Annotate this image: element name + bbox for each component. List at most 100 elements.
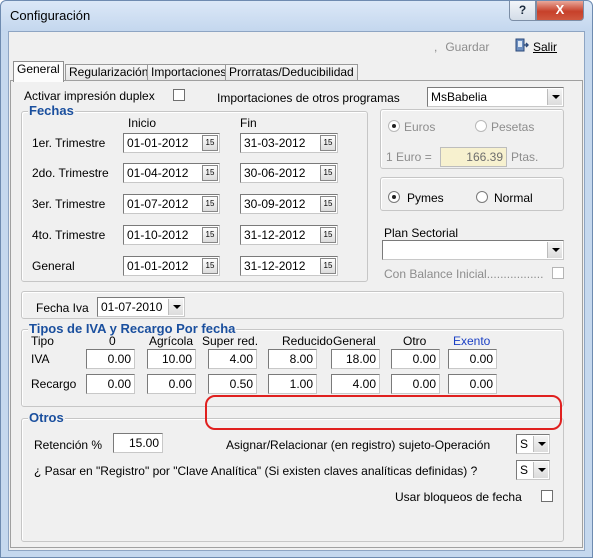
iva-rate-field[interactable]: 8.00 (268, 349, 317, 369)
close-button[interactable]: X (536, 1, 584, 21)
config-window: Configuración ? X , Guardar Salir Genera… (0, 0, 593, 558)
rate-label: 1 Euro = (386, 150, 432, 164)
fecha-start-field[interactable]: 01-10-2012 15 (123, 225, 220, 245)
tab-regularizacion[interactable]: Regularización (65, 64, 153, 81)
calendar-icon[interactable]: 15 (320, 196, 336, 212)
fechas-col-start: Inicio (128, 116, 157, 130)
fechas-row-label: 4to. Trimestre (32, 228, 106, 242)
iva-rate-field[interactable]: 1.00 (268, 374, 317, 394)
fechas-col-end: Fin (240, 116, 257, 130)
iva-rate-field[interactable]: 4.00 (208, 349, 257, 369)
iva-rate-field[interactable]: 0.00 (86, 374, 135, 394)
fecha-end-field[interactable]: 30-09-2012 15 (240, 194, 338, 214)
asignar-label: Asignar/Relacionar (en registro) sujeto-… (226, 438, 491, 452)
duplex-checkbox[interactable] (173, 89, 185, 101)
fecha-end-value: 31-12-2012 (244, 259, 306, 273)
bloqueos-checkbox[interactable] (541, 490, 553, 502)
calendar-icon[interactable]: 15 (320, 165, 336, 181)
iva-rate-field[interactable]: 10.00 (147, 349, 196, 369)
pymes-radio[interactable] (388, 191, 400, 203)
calendar-icon[interactable]: 15 (202, 227, 218, 243)
exit-icon (515, 38, 529, 57)
exit-button[interactable]: Salir (515, 38, 557, 56)
iva-header: 0 (109, 334, 116, 348)
asignar-select[interactable]: S (516, 434, 550, 454)
balance-checkbox[interactable] (552, 267, 564, 279)
pasar-label: ¿ Pasar en "Registro" por "Clave Analíti… (34, 464, 478, 478)
iva-rate-field[interactable]: 0.00 (86, 349, 135, 369)
iva-header: Tipo (31, 334, 54, 348)
iva-rate-field[interactable]: 0.00 (147, 374, 196, 394)
iva-row-label: Recargo (31, 377, 77, 391)
chevron-down-icon[interactable] (533, 462, 548, 478)
fecha-end-field[interactable]: 30-06-2012 15 (240, 163, 338, 183)
calendar-icon[interactable]: 15 (320, 135, 336, 151)
iva-rate-field[interactable]: 0.00 (391, 349, 440, 369)
client-area: , Guardar Salir General Regularización I… (8, 31, 585, 551)
fecha-start-value: 01-10-2012 (127, 228, 189, 242)
fecha-iva-label: Fecha Iva (36, 301, 89, 315)
fecha-iva-select[interactable]: 01-07-2010 (97, 297, 185, 317)
fechas-legend: Fechas (28, 103, 75, 118)
calendar-icon[interactable]: 15 (202, 135, 218, 151)
calendar-icon[interactable]: 15 (320, 227, 336, 243)
retencion-field[interactable]: 15.00 (113, 433, 163, 453)
chevron-down-icon[interactable] (168, 299, 183, 315)
exit-button-label: Salir (533, 40, 558, 54)
normal-radio[interactable] (476, 191, 488, 203)
window-title: Configuración (10, 8, 91, 23)
fecha-end-value: 31-12-2012 (244, 228, 306, 242)
fecha-start-field[interactable]: 01-04-2012 15 (123, 163, 220, 183)
fecha-start-value: 01-04-2012 (127, 166, 189, 180)
fechas-row-label: General (32, 259, 75, 273)
calendar-icon[interactable]: 15 (202, 165, 218, 181)
iva-rate-field[interactable]: 0.00 (448, 374, 497, 394)
fecha-start-field[interactable]: 01-01-2012 15 (123, 256, 220, 276)
otros-group (21, 418, 564, 542)
fecha-end-field[interactable]: 31-12-2012 15 (240, 256, 338, 276)
pesetas-radio[interactable] (475, 120, 487, 132)
iva-rate-field[interactable]: 0.00 (448, 349, 497, 369)
tab-general[interactable]: General (13, 61, 64, 82)
save-button-label: Guardar (445, 40, 490, 54)
iva-header: Super red. (202, 334, 259, 348)
calendar-icon[interactable]: 15 (320, 258, 336, 274)
calendar-icon[interactable]: 15 (202, 258, 218, 274)
rate-field[interactable]: 166.39 (440, 147, 507, 167)
plan-sectorial-select[interactable] (382, 240, 564, 260)
iva-header: Agrícola (149, 334, 194, 348)
iva-rate-field[interactable]: 0.00 (391, 374, 440, 394)
fecha-start-field[interactable]: 01-01-2012 15 (123, 133, 220, 153)
balance-label: Con Balance Inicial................. (384, 267, 544, 281)
euros-radio[interactable] (388, 120, 400, 132)
otros-legend: Otros (28, 410, 65, 425)
chevron-down-icon[interactable] (547, 89, 562, 105)
rate-unit: Ptas. (511, 150, 539, 164)
iva-header: Exento (453, 334, 491, 348)
import-program-select[interactable]: MsBabelia (427, 87, 564, 107)
fecha-start-value: 01-01-2012 (127, 259, 189, 273)
import-program-value: MsBabelia (431, 90, 488, 104)
highlight-annotation (205, 395, 562, 430)
fecha-end-value: 30-09-2012 (244, 197, 306, 211)
bloqueos-label: Usar bloqueos de fecha (395, 490, 522, 504)
pasar-select[interactable]: S (516, 460, 550, 480)
iva-rate-field[interactable]: 4.00 (331, 374, 380, 394)
fecha-end-field[interactable]: 31-12-2012 15 (240, 225, 338, 245)
calendar-icon[interactable]: 15 (202, 196, 218, 212)
tab-importaciones[interactable]: Importaciones (147, 64, 231, 81)
help-button[interactable]: ? (509, 1, 536, 21)
iva-rate-field[interactable]: 0.50 (208, 374, 257, 394)
fechas-row-label: 1er. Trimestre (32, 136, 106, 150)
pasar-value: S (520, 463, 529, 477)
tab-panel-general: Activar impresión duplex Importaciones d… (10, 80, 583, 548)
tab-prorratas[interactable]: Prorratas/Deducibilidad (225, 64, 358, 81)
chevron-down-icon[interactable] (533, 436, 548, 452)
fecha-start-field[interactable]: 01-07-2012 15 (123, 194, 220, 214)
fechas-row-label: 3er. Trimestre (32, 197, 106, 211)
fecha-start-value: 01-01-2012 (127, 136, 189, 150)
fecha-end-field[interactable]: 31-03-2012 15 (240, 133, 338, 153)
save-button[interactable]: , Guardar (434, 38, 489, 56)
chevron-down-icon[interactable] (547, 242, 562, 258)
iva-rate-field[interactable]: 18.00 (331, 349, 380, 369)
